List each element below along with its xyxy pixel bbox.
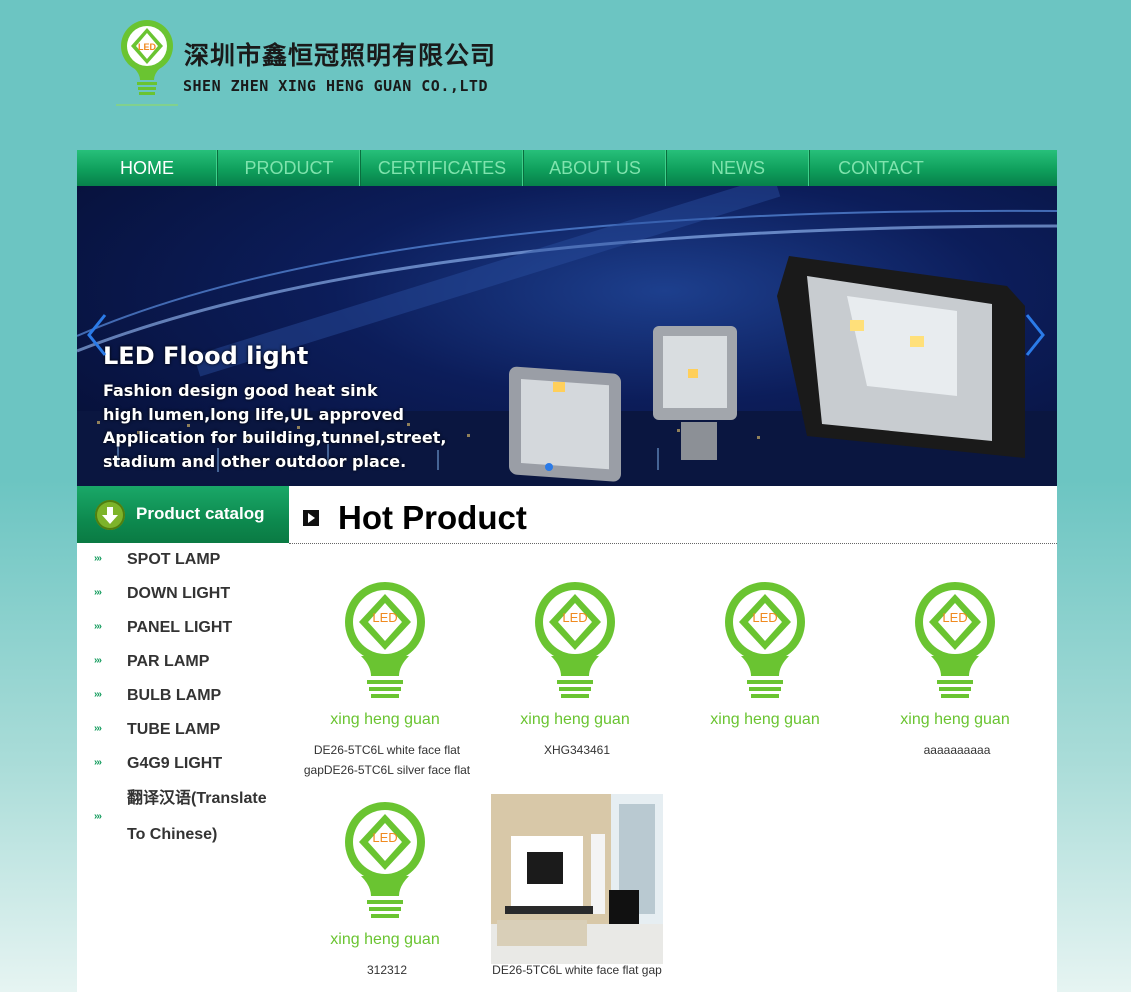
svg-text:xing heng guan: xing heng guan — [710, 711, 819, 728]
product-logo-image[interactable]: LED xing heng guan — [871, 574, 1043, 744]
led-bulb-icon: LED xing heng guan — [520, 582, 630, 728]
catalog-item-panel-light[interactable]: ››› PANEL LIGHT — [77, 611, 289, 645]
product-card[interactable]: DE26-5TC6L white face flat gap — [491, 794, 663, 980]
bullet-icon: ››› — [94, 811, 102, 822]
nav-news[interactable]: NEWS — [667, 150, 810, 186]
product-logo-image[interactable]: LED xing heng guan — [491, 574, 663, 744]
bullet-icon: ››› — [94, 587, 102, 598]
svg-text:xing heng guan: xing heng guan — [330, 931, 439, 948]
product-logo-image[interactable]: LED xing heng guan — [681, 574, 853, 744]
product-logo-image[interactable]: LED xing heng guan — [301, 794, 473, 964]
chevron-left-icon[interactable] — [85, 312, 109, 358]
hot-product-title: Hot Product — [338, 499, 527, 536]
arrow-down-icon — [95, 500, 125, 530]
bullet-icon: ››› — [94, 655, 102, 666]
banner-line: Application for building,tunnel,street, — [103, 428, 447, 447]
catalog-item-spot-lamp[interactable]: ››› SPOT LAMP — [77, 543, 289, 577]
catalog-item-label[interactable]: TUBE LAMP — [127, 721, 220, 739]
svg-text:LED: LED — [138, 42, 157, 52]
product-name[interactable]: DE26-5TC6L white face flat gapDE26-5TC6L… — [301, 740, 473, 780]
nav-home[interactable]: HOME — [77, 150, 218, 186]
catalog-item-label[interactable]: BULB LAMP — [127, 687, 221, 705]
banner-line: Fashion design good heat sink — [103, 381, 378, 400]
svg-text:LED: LED — [562, 610, 587, 625]
catalog-header: Product catalog — [77, 486, 289, 543]
catalog-item-g4g9-light[interactable]: ››› G4G9 LIGHT — [77, 747, 289, 781]
nav-contact[interactable]: CONTACT — [810, 150, 952, 186]
product-photo[interactable] — [491, 794, 663, 964]
led-bulb-icon: LED xing heng guan — [330, 582, 440, 728]
bullet-icon: ››› — [94, 757, 102, 768]
svg-text:xing heng guan: xing heng guan — [330, 711, 439, 728]
svg-text:LED: LED — [372, 830, 397, 845]
slider-dot-active[interactable] — [545, 463, 553, 471]
hero-banner[interactable]: LED Flood light Fashion design good heat… — [77, 186, 1057, 486]
product-card[interactable]: LED xing heng guan DE26-5TC6L white face… — [301, 574, 473, 780]
product-card[interactable]: LED xing heng guan 312312 — [301, 794, 473, 980]
led-bulb-icon: LED xing heng guan — [900, 582, 1010, 728]
nav-product[interactable]: PRODUCT — [218, 150, 361, 186]
led-bulb-icon: LED xing heng guan — [330, 802, 440, 948]
company-name-cn: 深圳市鑫恒冠照明有限公司 — [184, 41, 497, 70]
catalog-item-bulb-lamp[interactable]: ››› BULB LAMP — [77, 679, 289, 713]
bullet-icon: ››› — [94, 621, 102, 632]
bullet-icon: ››› — [94, 723, 102, 734]
product-card[interactable]: LED xing heng guan XHG343461 — [491, 574, 663, 760]
catalog-item-tube-lamp[interactable]: ››› TUBE LAMP — [77, 713, 289, 747]
nav-certificates[interactable]: CERTIFICATES — [361, 150, 524, 186]
site-logo[interactable]: LED 深圳市鑫恒冠照明有限公司 SHEN ZHEN XING HENG GUA… — [112, 14, 512, 118]
svg-text:xing heng guan: xing heng guan — [900, 711, 1009, 728]
chevron-right-icon[interactable] — [1023, 312, 1047, 358]
bullet-icon: ››› — [94, 689, 102, 700]
logo-bulb-icon: LED — [116, 20, 178, 106]
led-bulb-icon: LED xing heng guan — [710, 582, 820, 728]
svg-text:LED: LED — [942, 610, 967, 625]
catalog-item-label[interactable]: SPOT LAMP — [127, 551, 220, 569]
catalog-item-down-light[interactable]: ››› DOWN LIGHT — [77, 577, 289, 611]
product-logo-image[interactable]: LED xing heng guan — [301, 574, 473, 744]
main-content: Product catalog ››› SPOT LAMP ››› DOWN LIG… — [77, 486, 1057, 992]
play-arrow-icon — [303, 510, 319, 526]
living-room-photo — [491, 794, 663, 964]
banner-line: high lumen,long life,UL approved — [103, 404, 404, 424]
nav-about-us[interactable]: ABOUT US — [524, 150, 667, 186]
product-card[interactable]: LED xing heng guan — [681, 574, 853, 740]
product-card[interactable]: LED xing heng guan aaaaaaaaaa — [871, 574, 1043, 760]
catalog-item-label[interactable]: G4G9 LIGHT — [127, 755, 222, 773]
bullet-icon: ››› — [94, 553, 102, 564]
svg-text:xing heng guan: xing heng guan — [520, 711, 629, 728]
main-nav: HOME PRODUCT CERTIFICATES ABOUT US NEWS … — [77, 150, 1057, 186]
catalog-item-par-lamp[interactable]: ››› PAR LAMP — [77, 645, 289, 679]
banner-line: stadium and other outdoor place. — [103, 451, 407, 471]
banner-title: LED Flood light — [103, 342, 309, 370]
company-name-en: SHEN ZHEN XING HENG GUAN CO.,LTD — [183, 77, 488, 95]
catalog-item-label[interactable]: DOWN LIGHT — [127, 585, 230, 603]
catalog-item-label[interactable]: PAR LAMP — [127, 653, 209, 671]
svg-text:LED: LED — [372, 610, 397, 625]
catalog-item-label[interactable]: 翻译汉语(Translate To Chinese) — [127, 781, 277, 853]
catalog-item-translate[interactable]: ››› 翻译汉语(Translate To Chinese) — [77, 781, 289, 855]
catalog-title: Product catalog — [136, 504, 265, 523]
catalog-item-label[interactable]: PANEL LIGHT — [127, 619, 232, 637]
banner-description: Fashion design good heat sink high lumen… — [103, 379, 446, 473]
svg-text:LED: LED — [752, 610, 777, 625]
hot-product-header: Hot Product — [289, 486, 1057, 544]
catalog-list: ››› SPOT LAMP ››› DOWN LIGHT ››› PANEL LIGH… — [77, 543, 289, 855]
